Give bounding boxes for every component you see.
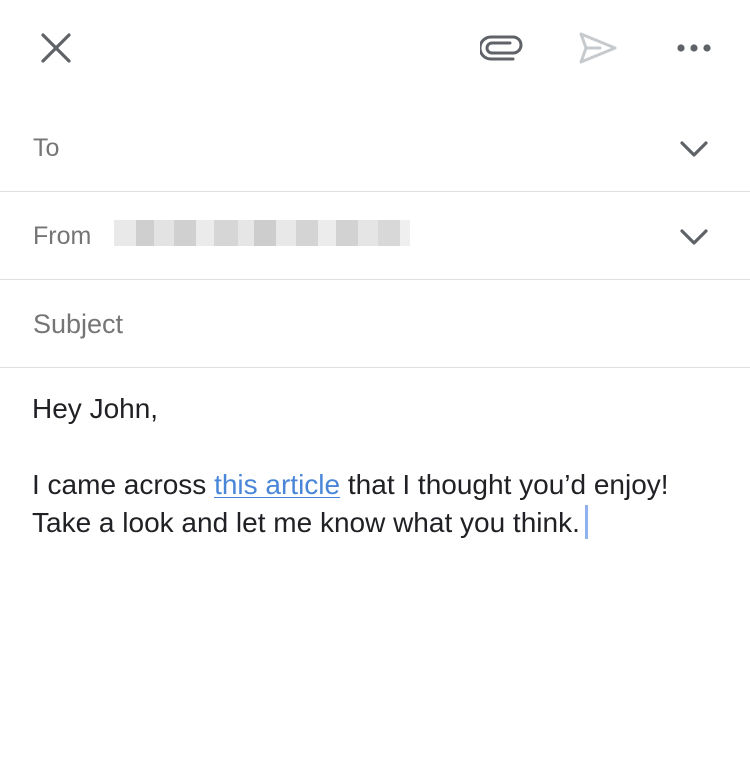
from-label: From — [33, 222, 92, 250]
chevron-down-icon — [680, 141, 708, 157]
text-cursor — [584, 505, 588, 539]
from-field[interactable]: From — [0, 192, 750, 280]
paperclip-icon — [480, 35, 523, 61]
subject-field[interactable]: Subject — [0, 280, 750, 368]
from-address-redacted — [114, 220, 410, 246]
from-expand-button[interactable] — [672, 220, 716, 254]
close-button[interactable] — [28, 20, 84, 76]
to-field[interactable]: To — [0, 104, 750, 192]
chevron-down-icon — [680, 229, 708, 245]
close-icon — [41, 33, 71, 63]
send-icon — [579, 32, 617, 64]
to-label: To — [33, 134, 60, 162]
attach-button[interactable] — [472, 20, 532, 76]
body-text-before-link: I came across — [32, 469, 215, 500]
subject-placeholder: Subject — [33, 309, 124, 339]
to-expand-button[interactable] — [672, 132, 716, 166]
greeting-text: Hey John, — [32, 393, 159, 424]
compose-toolbar — [0, 0, 750, 104]
body-paragraph: I came across this article that I though… — [32, 466, 722, 542]
more-horizontal-icon — [677, 44, 711, 52]
article-link[interactable]: this article — [214, 469, 340, 500]
more-options-button[interactable] — [664, 20, 724, 76]
send-button[interactable] — [568, 20, 628, 76]
message-body[interactable]: Hey John, I came across this article tha… — [32, 384, 722, 542]
